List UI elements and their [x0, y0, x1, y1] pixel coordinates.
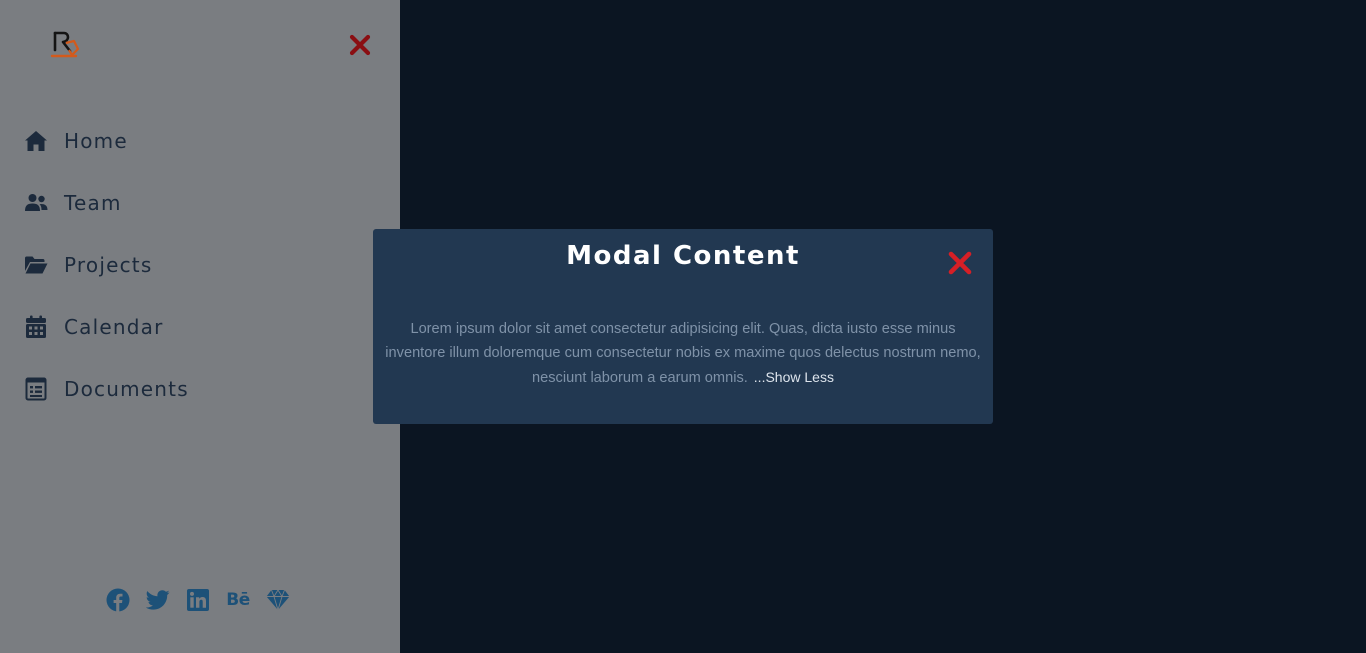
sidebar-item-label: Documents: [64, 377, 189, 401]
close-icon: [948, 251, 972, 275]
social-links: Bē: [106, 588, 290, 612]
close-icon: [349, 34, 371, 56]
sidebar-close-button[interactable]: [347, 32, 373, 58]
sidebar-item-team[interactable]: Team: [24, 172, 189, 234]
rb-logo-icon: [50, 31, 80, 58]
modal-title: Modal Content: [566, 241, 800, 271]
sidebar: Home Team Projects Calendar Documents Bē: [0, 0, 400, 653]
sidebar-item-label: Home: [64, 129, 128, 153]
sidebar-item-label: Projects: [64, 253, 153, 277]
behance-icon[interactable]: Bē: [226, 588, 250, 612]
sidebar-nav: Home Team Projects Calendar Documents: [24, 110, 189, 420]
document-icon: [24, 377, 48, 401]
sidebar-item-documents[interactable]: Documents: [24, 358, 189, 420]
sketch-icon[interactable]: [266, 588, 290, 612]
modal-dialog: Modal Content Lorem ipsum dolor sit amet…: [373, 229, 993, 424]
modal-close-button[interactable]: [947, 250, 973, 276]
sidebar-item-label: Calendar: [64, 315, 164, 339]
sidebar-item-calendar[interactable]: Calendar: [24, 296, 189, 358]
show-less-link[interactable]: ...Show Less: [754, 369, 834, 385]
sidebar-item-label: Team: [64, 191, 122, 215]
linkedin-icon[interactable]: [186, 588, 210, 612]
modal-body-text: Lorem ipsum dolor sit amet consectetur a…: [379, 317, 987, 390]
users-icon: [24, 191, 48, 215]
home-icon: [24, 129, 48, 153]
brand-logo[interactable]: [50, 30, 82, 60]
calendar-icon: [24, 315, 48, 339]
twitter-icon[interactable]: [146, 588, 170, 612]
facebook-icon[interactable]: [106, 588, 130, 612]
sidebar-item-projects[interactable]: Projects: [24, 234, 189, 296]
sidebar-item-home[interactable]: Home: [24, 110, 189, 172]
modal-body-content: Lorem ipsum dolor sit amet consectetur a…: [385, 321, 981, 386]
folder-open-icon: [24, 253, 48, 277]
